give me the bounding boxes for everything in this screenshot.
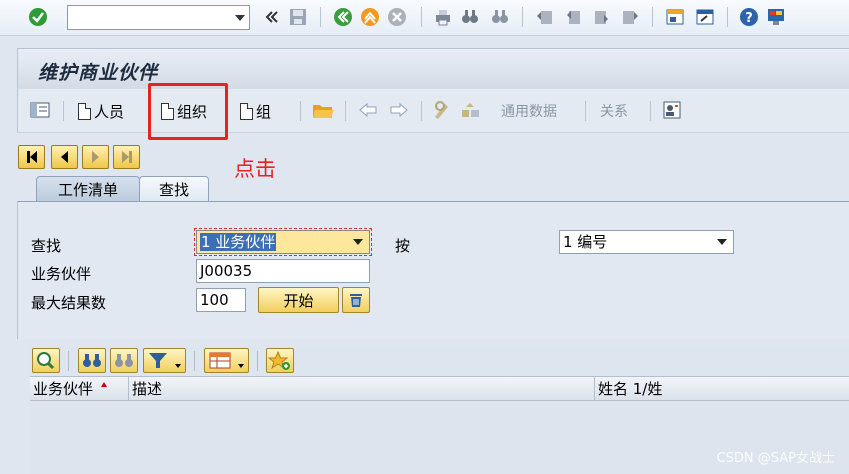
relations-label: 关系 bbox=[600, 104, 628, 120]
magnifier-icon bbox=[37, 352, 55, 370]
chevron-down-icon[interactable] bbox=[717, 239, 727, 245]
cancel-icon[interactable] bbox=[387, 7, 407, 27]
shortcut-icon[interactable] bbox=[695, 7, 715, 27]
list-find-button[interactable] bbox=[78, 348, 106, 373]
general-data-label: 通用数据 bbox=[501, 104, 557, 120]
annotation-click: 点击 bbox=[234, 157, 276, 181]
column-header-description[interactable]: 描述 bbox=[129, 377, 595, 401]
filter-button[interactable] bbox=[143, 348, 186, 373]
worklist-toggle-icon[interactable] bbox=[30, 101, 50, 119]
binoculars-icon bbox=[83, 354, 101, 367]
general-data-button[interactable]: 通用数据 bbox=[501, 101, 557, 121]
sort-ascending-icon bbox=[101, 382, 108, 387]
title-bar: 维护商业伙伴 bbox=[17, 48, 849, 89]
find-icon[interactable] bbox=[460, 7, 480, 27]
arrow-first-icon bbox=[29, 151, 37, 163]
business-partner-label: 业务伙伴 bbox=[31, 265, 92, 283]
create-group-button[interactable]: 组 bbox=[240, 101, 271, 121]
column-header-label: 姓名 1/姓 bbox=[598, 380, 663, 398]
relations-button[interactable]: 关系 bbox=[600, 101, 628, 121]
by-label: 按 bbox=[395, 237, 411, 255]
previous-entry-button[interactable] bbox=[51, 145, 78, 169]
tab-worklist[interactable]: 工作清单 bbox=[36, 176, 140, 202]
chevron-down-icon[interactable] bbox=[353, 239, 363, 245]
max-results-input[interactable]: 100 bbox=[196, 288, 246, 312]
star-add-icon bbox=[267, 350, 290, 370]
watermark: CSDN @SAP女战士 bbox=[716, 451, 835, 466]
help-icon[interactable]: ? bbox=[739, 7, 759, 27]
new-session-icon[interactable] bbox=[665, 7, 685, 27]
by-select[interactable]: 1 编号 bbox=[559, 230, 734, 254]
list-toolbar bbox=[30, 346, 849, 376]
application-toolbar: 人员 组织 组 通用数据 关系 bbox=[17, 89, 849, 133]
business-partner-value: J00035 bbox=[200, 262, 253, 280]
first-page-icon[interactable] bbox=[535, 7, 555, 27]
start-button[interactable]: 开始 bbox=[258, 287, 339, 313]
find-next-icon[interactable] bbox=[490, 7, 510, 27]
binoculars-next-icon bbox=[115, 354, 133, 367]
business-partner-input[interactable]: J00035 bbox=[196, 259, 370, 283]
column-header-label: 描述 bbox=[132, 380, 163, 398]
previous-page-icon[interactable] bbox=[563, 7, 583, 27]
clear-button[interactable] bbox=[342, 287, 370, 313]
column-header-business-partner[interactable]: 业务伙伴 bbox=[30, 377, 129, 401]
highlight-box bbox=[148, 83, 228, 140]
print-icon[interactable] bbox=[433, 7, 453, 27]
list-find-next-button[interactable] bbox=[110, 348, 138, 373]
arrow-right-icon bbox=[92, 151, 99, 163]
create-group-label: 组 bbox=[256, 102, 272, 121]
system-toolbar: ? bbox=[0, 0, 849, 36]
layout-icon bbox=[209, 352, 244, 369]
arrow-left-icon[interactable] bbox=[358, 102, 378, 118]
layout-button[interactable] bbox=[204, 348, 249, 373]
page-title: 维护商业伙伴 bbox=[38, 62, 159, 84]
add-favorite-button[interactable] bbox=[266, 348, 294, 373]
save-icon[interactable] bbox=[288, 7, 308, 27]
last-page-icon[interactable] bbox=[620, 7, 640, 27]
document-icon bbox=[78, 102, 91, 120]
next-entry-button[interactable] bbox=[82, 145, 109, 169]
arrow-right-icon[interactable] bbox=[389, 102, 409, 118]
find-select-value: 1 业务伙伴 bbox=[200, 233, 277, 251]
column-header-label: 业务伙伴 bbox=[33, 380, 94, 398]
results-table-header: 业务伙伴 描述 姓名 1/姓 bbox=[30, 376, 849, 401]
svg-text:?: ? bbox=[745, 11, 753, 26]
document-icon bbox=[240, 102, 253, 120]
contact-card-icon[interactable] bbox=[662, 100, 682, 120]
open-folder-icon[interactable] bbox=[312, 100, 334, 120]
other-object-icon[interactable] bbox=[460, 100, 482, 120]
tab-find[interactable]: 查找 bbox=[139, 176, 209, 202]
last-entry-button[interactable] bbox=[113, 145, 140, 169]
details-button[interactable] bbox=[32, 348, 60, 373]
filter-icon bbox=[149, 353, 181, 368]
next-page-icon[interactable] bbox=[592, 7, 612, 27]
arrow-last-icon bbox=[121, 151, 129, 163]
display-change-icon[interactable] bbox=[432, 100, 454, 120]
command-field[interactable] bbox=[67, 5, 250, 30]
column-header-name[interactable]: 姓名 1/姓 bbox=[595, 377, 849, 401]
search-panel bbox=[17, 201, 849, 339]
collapse-icon[interactable] bbox=[262, 7, 282, 27]
trash-icon bbox=[350, 294, 362, 307]
find-label: 查找 bbox=[31, 237, 62, 255]
first-entry-button[interactable] bbox=[18, 145, 45, 169]
back-icon[interactable] bbox=[333, 7, 353, 27]
enter-icon[interactable] bbox=[28, 7, 48, 27]
max-results-label: 最大结果数 bbox=[31, 294, 107, 312]
customize-layout-icon[interactable] bbox=[766, 7, 786, 27]
max-results-value: 100 bbox=[200, 291, 229, 309]
find-select[interactable]: 1 业务伙伴 bbox=[194, 228, 372, 256]
create-person-label: 人员 bbox=[94, 102, 125, 121]
arrow-left-icon bbox=[61, 151, 68, 163]
exit-icon[interactable] bbox=[360, 7, 380, 27]
command-field-dropdown-icon[interactable] bbox=[235, 15, 245, 21]
create-person-button[interactable]: 人员 bbox=[78, 101, 124, 121]
by-select-value: 1 编号 bbox=[563, 233, 608, 251]
